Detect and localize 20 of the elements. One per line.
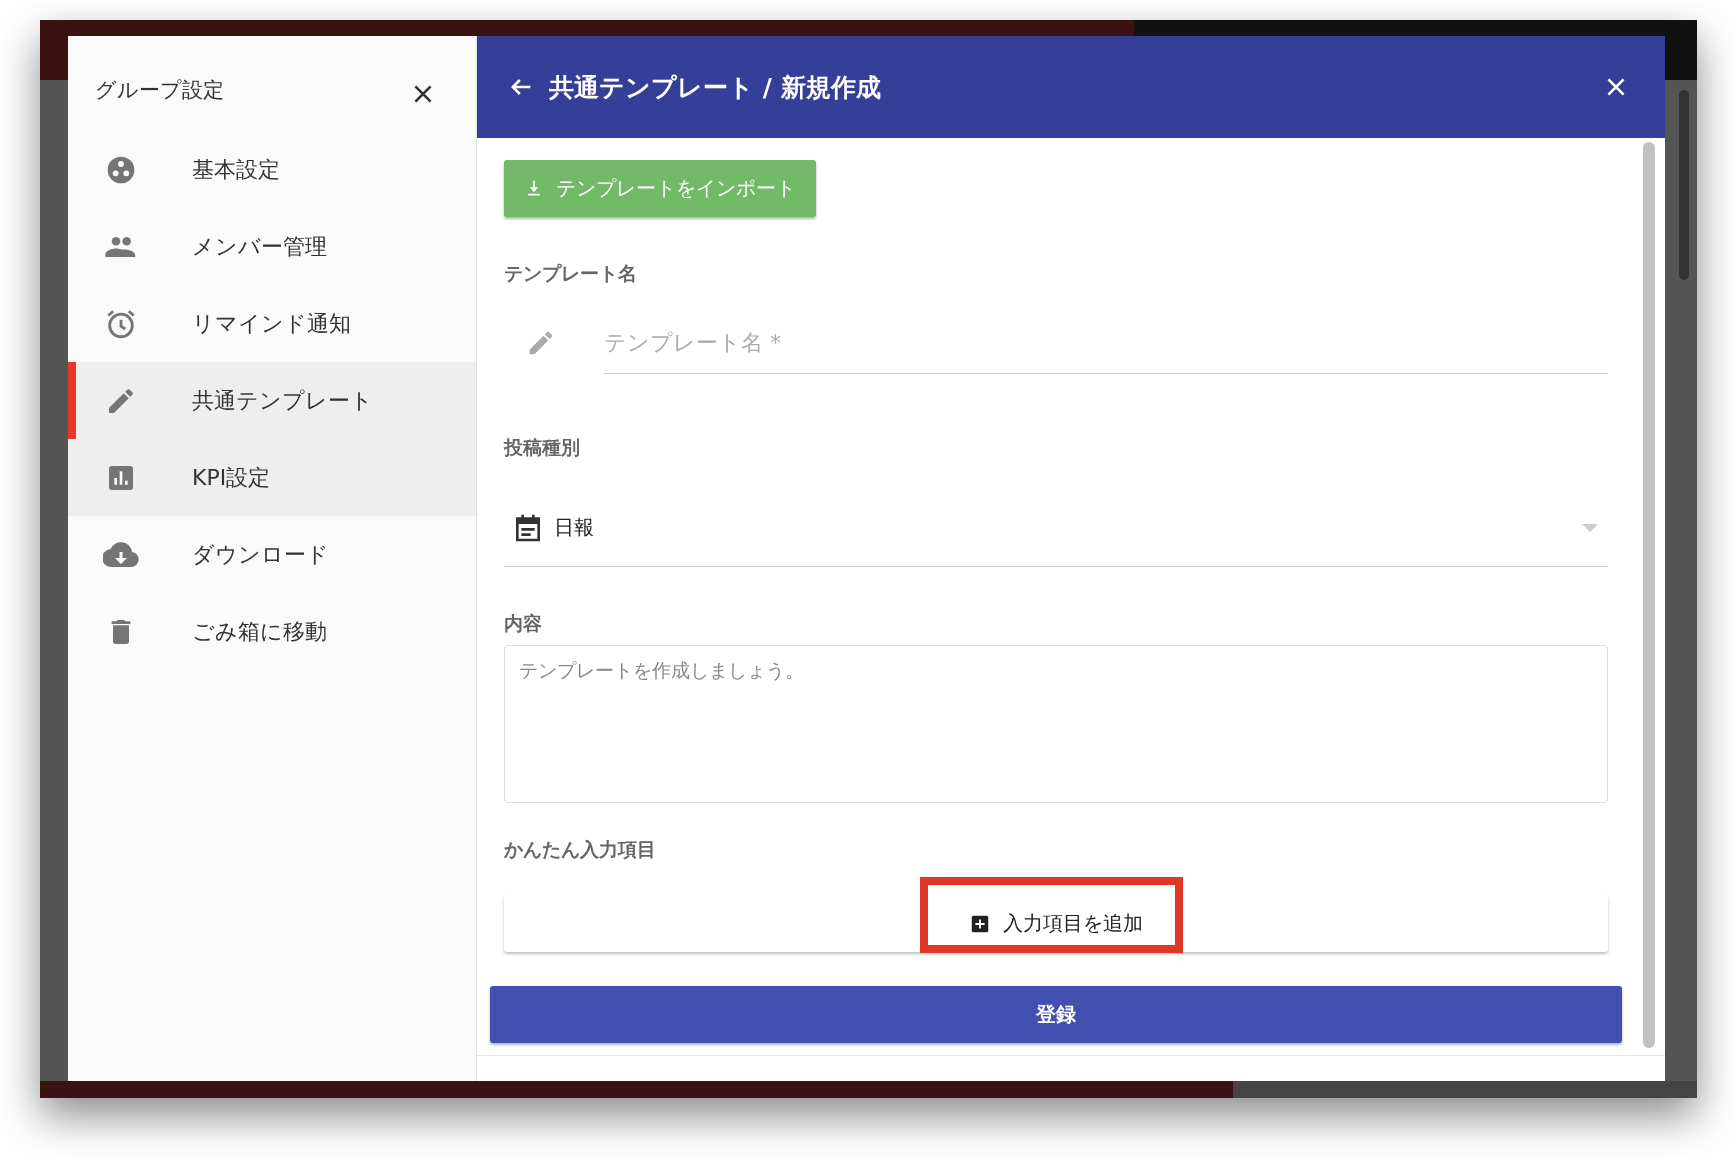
add-item-button[interactable]: 入力項目を追加 (959, 904, 1153, 944)
sidebar-item[interactable]: ごみ箱に移動 (68, 593, 476, 670)
panel-title: 共通テンプレート / 新規作成 (549, 71, 882, 104)
sidebar-item[interactable]: リマインド通知 (68, 285, 476, 362)
field-label: テンプレート名 (504, 260, 638, 286)
sidebar-item[interactable]: 共通テンプレート (68, 362, 476, 439)
field-label: かんたん入力項目 (504, 836, 657, 862)
scrollbar[interactable] (1643, 142, 1655, 1048)
post-type-select[interactable]: 日報 (504, 489, 1608, 567)
scrollbar[interactable] (1679, 90, 1689, 280)
submit-button[interactable]: 登録 (490, 985, 1622, 1043)
sidebar-item[interactable]: ダウンロード (68, 516, 476, 593)
content-field[interactable]: テンプレートを作成しましょう。 (504, 644, 1608, 803)
field-label: 投稿種別 (504, 434, 581, 460)
sidebar-item[interactable]: 基本設定 (68, 131, 476, 208)
dropdown-caret-icon (1582, 523, 1598, 532)
sidebar-item[interactable]: KPI設定 (68, 439, 476, 516)
field-label: 内容 (504, 610, 543, 636)
sidebar-item[interactable]: メンバー管理 (68, 208, 476, 285)
sidebar-title: グループ設定 (95, 77, 224, 104)
